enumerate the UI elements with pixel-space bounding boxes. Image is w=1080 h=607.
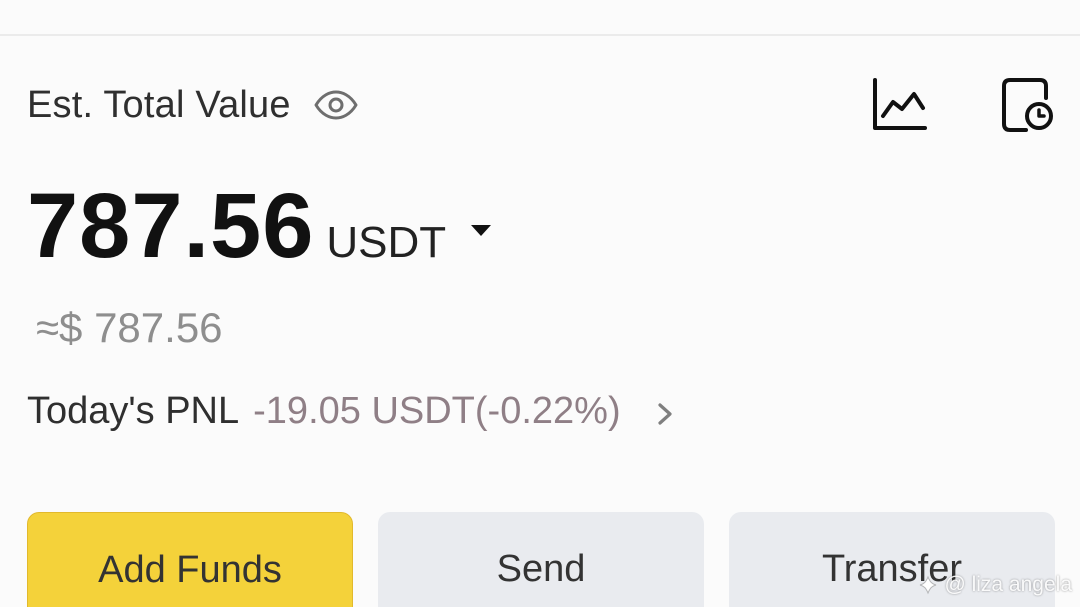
pnl-value: -19.05 USDT(-0.22%) bbox=[253, 390, 621, 432]
total-balance-value: 787.56 bbox=[27, 175, 315, 277]
send-button[interactable]: Send bbox=[378, 512, 704, 607]
chevron-right-icon[interactable] bbox=[655, 399, 675, 429]
watermark-text: @ liza angela bbox=[944, 573, 1072, 596]
est-total-value-label: Est. Total Value bbox=[27, 83, 291, 126]
chart-icon[interactable] bbox=[869, 74, 929, 134]
wallet-screen: Est. Total Value 787.56 USDT ≈$ 787.56 T… bbox=[0, 0, 1080, 607]
balance-unit[interactable]: USDT bbox=[326, 221, 446, 265]
add-funds-button[interactable]: Add Funds bbox=[27, 512, 353, 607]
eye-icon[interactable] bbox=[313, 90, 359, 120]
top-divider bbox=[0, 34, 1080, 36]
caret-down-icon[interactable] bbox=[468, 221, 494, 239]
history-icon[interactable] bbox=[996, 74, 1056, 134]
action-buttons: Add Funds Send Transfer bbox=[27, 512, 1057, 607]
watermark: @ liza angela bbox=[918, 573, 1072, 597]
tiktok-icon bbox=[920, 575, 937, 595]
pnl-label: Today's PNL bbox=[27, 390, 240, 432]
header-row: Est. Total Value bbox=[27, 82, 359, 128]
balance-row: 787.56 USDT bbox=[27, 180, 494, 272]
pnl-row[interactable]: Today's PNL -19.05 USDT(-0.22%) bbox=[27, 392, 675, 430]
approx-usd-value: ≈$ 787.56 bbox=[36, 304, 223, 351]
